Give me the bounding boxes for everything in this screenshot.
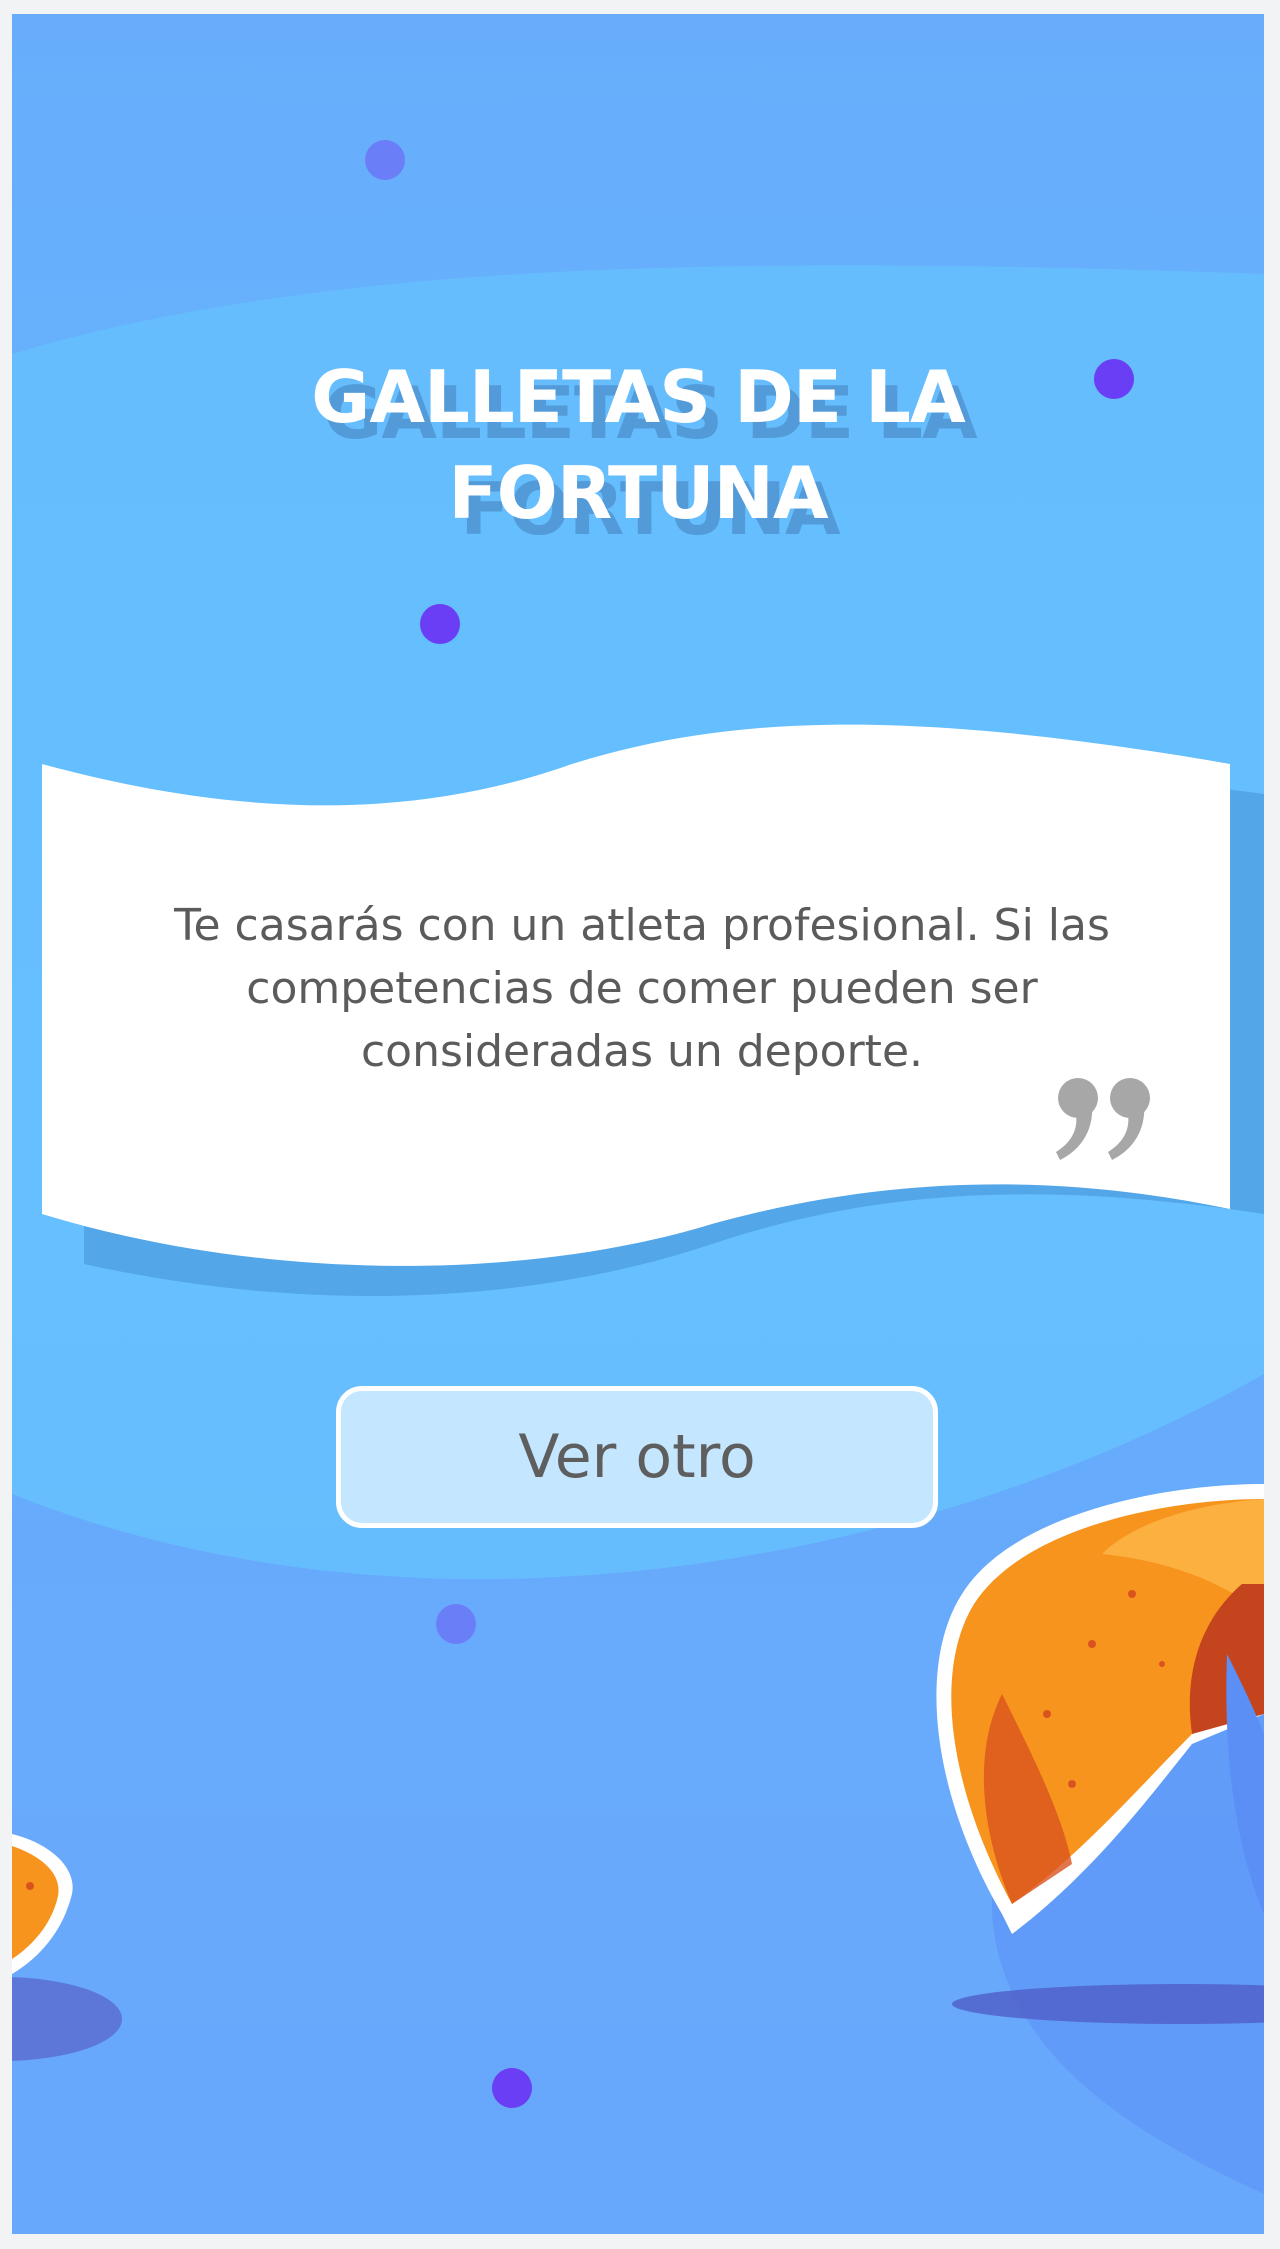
closing-quote-icon — [1056, 1078, 1150, 1160]
header: GALLETAS DE LA FORTUNA — [12, 349, 1264, 541]
app-screen: GALLETAS DE LA FORTUNA Te casarás con un… — [12, 14, 1264, 2234]
decor-dot — [436, 1604, 476, 1644]
ver-otro-button[interactable]: Ver otro — [336, 1386, 938, 1528]
page-title: GALLETAS DE LA FORTUNA — [311, 355, 966, 535]
decor-dot — [420, 604, 460, 644]
decor-dot — [492, 2068, 532, 2108]
decor-dot — [365, 140, 405, 180]
fortune-message: Te casarás con un atleta profesional. Si… — [174, 900, 1110, 1077]
